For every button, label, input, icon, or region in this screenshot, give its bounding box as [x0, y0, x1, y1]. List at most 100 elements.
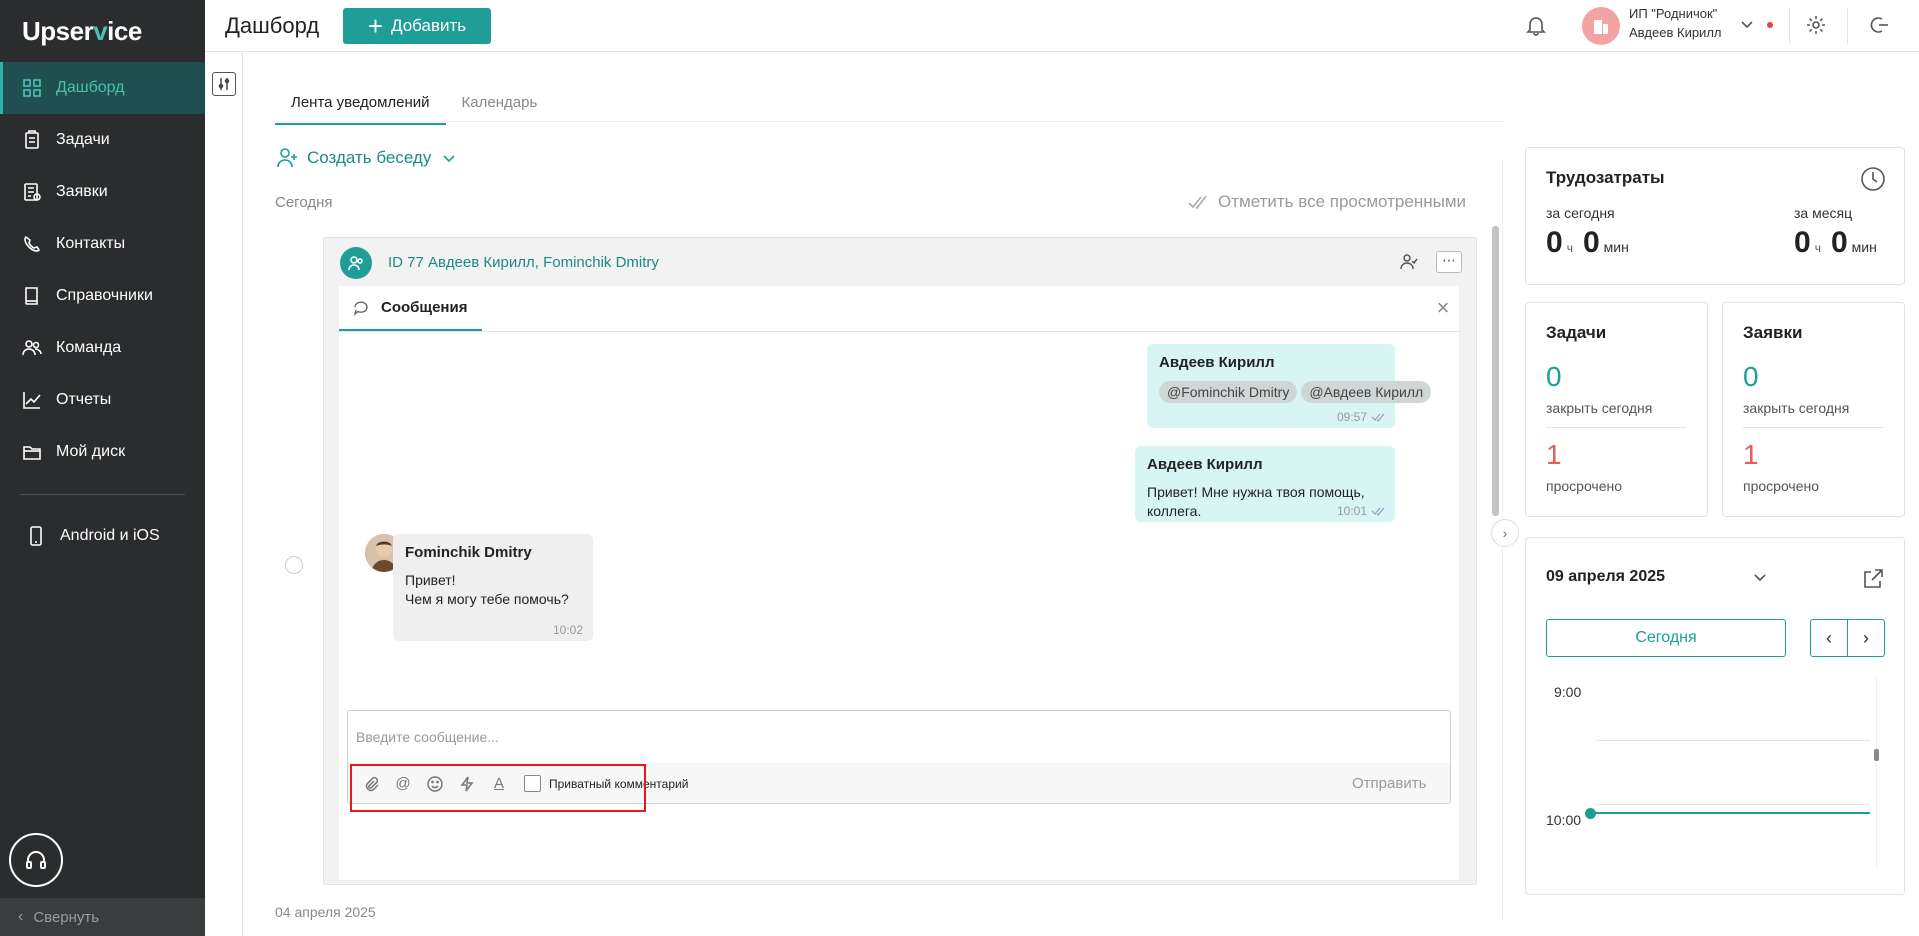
- page-title: Дашборд: [225, 13, 320, 38]
- message-text-line: Привет!: [405, 572, 456, 588]
- filter-column: [205, 52, 243, 936]
- sidebar-item-team[interactable]: Команда: [0, 322, 205, 374]
- requests-widget[interactable]: Заявки 0 закрыть сегодня 1 просрочено: [1722, 302, 1905, 517]
- message-input[interactable]: [356, 729, 1436, 745]
- requests-widget-title: Заявки: [1743, 323, 1803, 342]
- calendar-time-label: 9:00: [1554, 684, 1582, 700]
- dashboard-tabs: Лента уведомлений Календарь: [275, 90, 553, 125]
- mention-tag[interactable]: @Авдеев Кирилл: [1301, 381, 1432, 403]
- labor-widget: Трудозатраты за сегодня за месяц 0ч 0 мин…: [1525, 147, 1905, 285]
- sidebar-divider: [20, 494, 185, 495]
- building-icon: [1594, 20, 1608, 34]
- mention-tag[interactable]: @Fominchik Dmitry: [1159, 381, 1298, 403]
- tasks-close-today-label: закрыть сегодня: [1546, 400, 1653, 416]
- messages-tabs-underline: [339, 331, 1459, 332]
- team-icon: [22, 340, 42, 356]
- mark-all-read-button[interactable]: Отметить все просмотренными: [1188, 192, 1466, 212]
- feed-date-label: Сегодня: [275, 194, 333, 211]
- current-user-name[interactable]: Авдеев Кирилл: [1629, 25, 1722, 40]
- tab-feed[interactable]: Лента уведомлений: [275, 90, 446, 125]
- support-button[interactable]: [9, 833, 63, 887]
- message-bubble: Fominchik Dmitry Привет! Чем я могу тебе…: [393, 534, 593, 641]
- current-time-dot: [1585, 808, 1596, 819]
- org-name[interactable]: ИП "Родничок": [1629, 6, 1717, 21]
- sidebar-item-label: Задачи: [56, 131, 110, 148]
- labor-today-value: 0ч 0 мин: [1546, 226, 1629, 259]
- sidebar-item-label: Контакты: [56, 235, 126, 252]
- message-text-line: Чем я могу тебе помочь?: [405, 591, 569, 607]
- sidebar-item-mobile-apps[interactable]: Android и iOS: [0, 510, 205, 562]
- sidebar-item-contacts[interactable]: Контакты: [0, 218, 205, 270]
- collapse-label: Свернуть: [33, 908, 100, 926]
- feed-scrollbar[interactable]: [1492, 226, 1499, 516]
- select-notification-radio[interactable]: [285, 556, 303, 574]
- sidebar-item-label: Мой диск: [56, 443, 126, 460]
- sidebar-item-label: Android и iOS: [60, 527, 160, 544]
- gear-icon[interactable]: [1805, 14, 1827, 41]
- plus-icon: +: [367, 11, 384, 41]
- message-mentions: @Fominchik Dmitry @Авдеев Кирилл: [1159, 381, 1432, 403]
- chart-icon: [23, 392, 41, 409]
- calendar-navigation: ‹ ›: [1810, 619, 1885, 657]
- more-options-button[interactable]: ⋯: [1436, 251, 1462, 273]
- labor-month-value: 0ч 0 мин: [1794, 226, 1877, 259]
- requests-close-today-label: закрыть сегодня: [1743, 400, 1850, 416]
- tasks-widget-title: Задачи: [1546, 323, 1607, 342]
- filter-settings-button[interactable]: [212, 72, 236, 96]
- calendar-today-button[interactable]: Сегодня: [1546, 619, 1786, 657]
- contacts-icon: [24, 235, 41, 252]
- sidebar-item-label: Отчеты: [56, 391, 112, 408]
- logout-icon[interactable]: [1868, 14, 1890, 41]
- sidebar-item-label: Заявки: [56, 183, 108, 200]
- sidebar-item-requests[interactable]: Заявки: [0, 166, 205, 218]
- add-button[interactable]: + Добавить: [343, 8, 491, 44]
- close-icon[interactable]: ×: [1433, 297, 1453, 319]
- tab-calendar[interactable]: Календарь: [446, 90, 554, 125]
- sidebar-item-label: Команда: [56, 339, 122, 356]
- tasks-overdue-label: просрочено: [1546, 478, 1623, 494]
- tab-messages[interactable]: Сообщения: [339, 286, 482, 331]
- message-bubble: Авдеев Кирилл @Fominchik Dmitry @Авдеев К…: [1147, 344, 1432, 428]
- tasks-widget[interactable]: Задачи 0 закрыть сегодня 1 просрочено: [1525, 302, 1708, 517]
- calendar-next-button[interactable]: ›: [1848, 620, 1884, 656]
- external-link-icon[interactable]: [1861, 567, 1885, 591]
- calendar-prev-button[interactable]: ‹: [1811, 620, 1848, 656]
- divider: [1546, 427, 1686, 428]
- sidebar-item-tasks[interactable]: Задачи: [0, 114, 205, 166]
- org-avatar[interactable]: [1582, 7, 1620, 45]
- sidebar-item-dashboard[interactable]: Дашборд: [0, 62, 205, 114]
- sidebar-item-disk[interactable]: Мой диск: [0, 426, 205, 478]
- chat-bubble-icon: [353, 300, 368, 316]
- highlight-frame: [350, 764, 646, 812]
- current-time-line: [1592, 812, 1870, 814]
- notifications-bell-icon[interactable]: [1525, 14, 1547, 36]
- messages-tab-label: Сообщения: [381, 299, 468, 316]
- phone-icon: [30, 526, 42, 546]
- message-time: 10:01: [1337, 504, 1385, 518]
- read-check-icon: [1371, 413, 1385, 422]
- chevron-down-icon[interactable]: [1739, 16, 1755, 32]
- sidebar-item-references[interactable]: Справочники: [0, 270, 205, 322]
- sidebar: Upservice Дашборд Задачи Заявки Контакты…: [0, 0, 205, 936]
- conversation-title-link[interactable]: ID 77 Авдеев Кирилл, Fominchik Dmitry: [388, 254, 659, 271]
- app-logo[interactable]: Upservice: [22, 16, 142, 47]
- create-conversation-button[interactable]: Создать беседу: [275, 146, 465, 170]
- clock-icon: [1860, 166, 1886, 192]
- calendar-date-select[interactable]: 09 апреля 2025: [1546, 568, 1769, 586]
- chevron-right-icon[interactable]: ›: [1491, 519, 1519, 547]
- sidebar-mobile-section: Android и iOS: [0, 510, 205, 562]
- calendar-scrollbar[interactable]: [1874, 749, 1879, 761]
- conversation-card: ID 77 Авдеев Кирилл, Fominchik Dmitry ⋯ …: [323, 237, 1477, 885]
- chevron-down-icon: [443, 155, 455, 163]
- top-header: Дашборд + Добавить ИП "Родничок" Авдеев …: [205, 0, 1919, 52]
- send-button[interactable]: Отправить: [1352, 775, 1426, 792]
- feed-date-label: 04 апреля 2025: [275, 904, 376, 920]
- members-icon[interactable]: [1398, 252, 1420, 274]
- header-separator: [1789, 8, 1790, 44]
- requests-overdue-label: просрочено: [1743, 478, 1820, 494]
- calendar-hour-line: [1596, 740, 1870, 741]
- sidebar-item-reports[interactable]: Отчеты: [0, 374, 205, 426]
- sidebar-nav: Дашборд Задачи Заявки Контакты Справочни…: [0, 62, 205, 478]
- create-conversation-label: Создать беседу: [307, 148, 432, 167]
- collapse-sidebar-button[interactable]: ‹ Свернуть: [0, 898, 205, 936]
